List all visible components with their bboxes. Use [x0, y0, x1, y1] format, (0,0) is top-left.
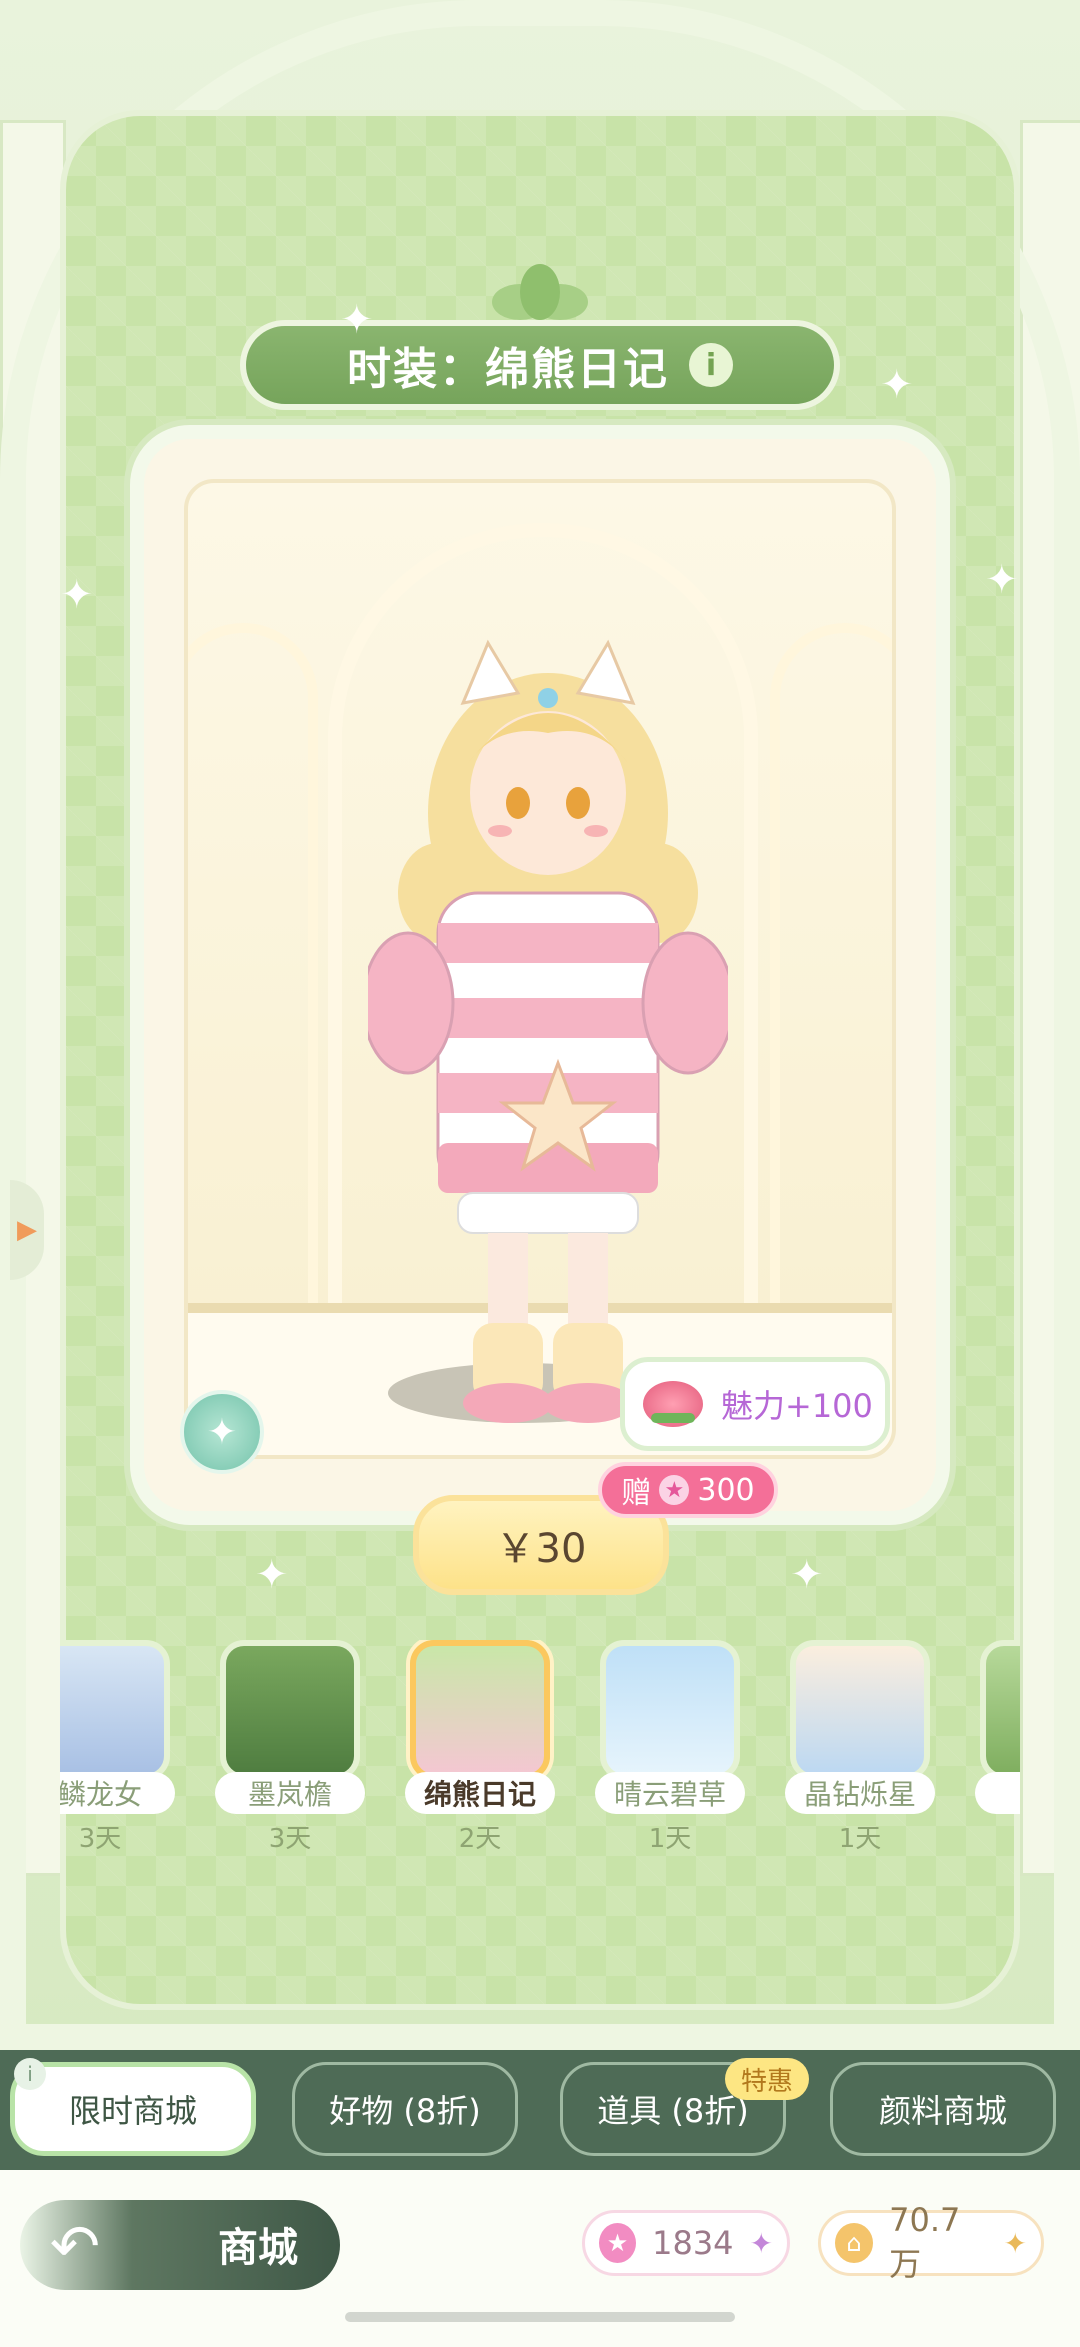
star-currency-value: 1834 [652, 2224, 734, 2262]
home-indicator [345, 2312, 735, 2322]
item-name: 晴云碧草 [595, 1772, 745, 1814]
special-offer-badge: 特惠 [725, 2058, 809, 2100]
gift-amount: 300 [697, 1472, 755, 1508]
item-thumbnail [60, 1640, 170, 1780]
item-thumbnail [600, 1640, 740, 1780]
back-arrow-icon[interactable]: ↶ [40, 2212, 110, 2282]
right-side-arch [770, 623, 892, 1323]
add-coin-icon[interactable]: ✦ [1004, 2227, 1027, 2260]
item-name: 鳞龙女 [60, 1772, 175, 1814]
carousel-item[interactable]: 晶钻烁星 1天 [780, 1640, 940, 1860]
tab-label: 好物 (8折) [329, 2092, 481, 2130]
info-icon[interactable]: i [689, 343, 733, 387]
star-gem-icon: ★ [599, 2223, 637, 2263]
sparkle-icon: ✦ [60, 572, 94, 618]
shop-label: 商城 [218, 2225, 298, 2271]
gift-bonus-badge: 赠 ★ 300 [598, 1462, 778, 1518]
item-days: 1天 [648, 1824, 692, 1854]
coin-currency-value: 70.7万 [889, 2201, 961, 2283]
item-thumbnail [220, 1640, 360, 1780]
character-figure [368, 639, 728, 1423]
sparkle-icon: ✦ [880, 362, 914, 408]
sparkle-icon: ✦ [790, 1552, 824, 1598]
price-label: ￥30 [495, 1526, 587, 1572]
item-thumbnail [790, 1640, 930, 1780]
tab-label: 道具 (8折) [597, 2092, 749, 2130]
carousel-item[interactable]: 鳞龙女 3天 [60, 1640, 180, 1860]
left-side-arch [188, 623, 318, 1323]
add-star-icon[interactable]: ✦ [750, 2227, 773, 2260]
sparkle-icon: ✦ [985, 557, 1019, 603]
charm-badge: 魅力+100 [620, 1357, 890, 1451]
item-thumbnail [410, 1640, 550, 1780]
sparkle-icon: ✦ [340, 297, 374, 343]
try-on-wand-button[interactable]: ✦ [180, 1390, 264, 1474]
item-days: 3天 [268, 1824, 312, 1854]
item-name: 绵熊日记 [405, 1772, 555, 1814]
charm-value: 魅力+100 [721, 1387, 873, 1425]
carousel-item[interactable]: 墨岚檐 3天 [210, 1640, 370, 1860]
tab-label: 限时商城 [68, 2092, 197, 2130]
item-days: 1天 [838, 1824, 882, 1854]
rose-icon [643, 1381, 703, 1427]
star-currency-display[interactable]: ★ 1834 ✦ [582, 2210, 790, 2276]
item-thumbnail [980, 1640, 1020, 1780]
carousel-item[interactable]: 晴云碧草 1天 [590, 1640, 750, 1860]
sparkle-icon: ✦ [255, 1552, 289, 1598]
item-name: 晨 [975, 1772, 1020, 1814]
leaf-ornament-icon [492, 264, 588, 320]
tab-paint-shop[interactable]: 颜料商城 [830, 2062, 1056, 2156]
tab-label: 颜料商城 [878, 2092, 1007, 2130]
item-name: 墨岚檐 [215, 1772, 365, 1814]
tab-limited-shop[interactable]: 限时商城 [10, 2062, 256, 2156]
coin-currency-display[interactable]: ⌂ 70.7万 ✦ [818, 2201, 1044, 2283]
star-gem-icon: ★ [659, 1475, 690, 1505]
coin-icon: ⌂ [835, 2223, 874, 2263]
item-days: 2天 [458, 1824, 502, 1854]
display-backdrop [184, 479, 896, 1459]
outfit-carousel: 鳞龙女 3天 墨岚檐 3天 绵熊日记 2天 晴云碧草 1天 晶钻烁星 1天 晨 [60, 1640, 1020, 1860]
item-name: 晶钻烁星 [785, 1772, 935, 1814]
item-days: 3天 [78, 1824, 122, 1854]
carousel-item[interactable]: 晨 [970, 1640, 1020, 1860]
gift-label: 赠 [621, 1476, 652, 1511]
tab-goods[interactable]: 好物 (8折) [292, 2062, 518, 2156]
page-title: 时装：绵熊日记 [347, 344, 669, 395]
tab-info-icon[interactable]: i [14, 2058, 46, 2090]
carousel-item-selected[interactable]: 绵熊日记 2天 [400, 1640, 560, 1860]
title-banner: 时装：绵熊日记 i [240, 320, 840, 410]
